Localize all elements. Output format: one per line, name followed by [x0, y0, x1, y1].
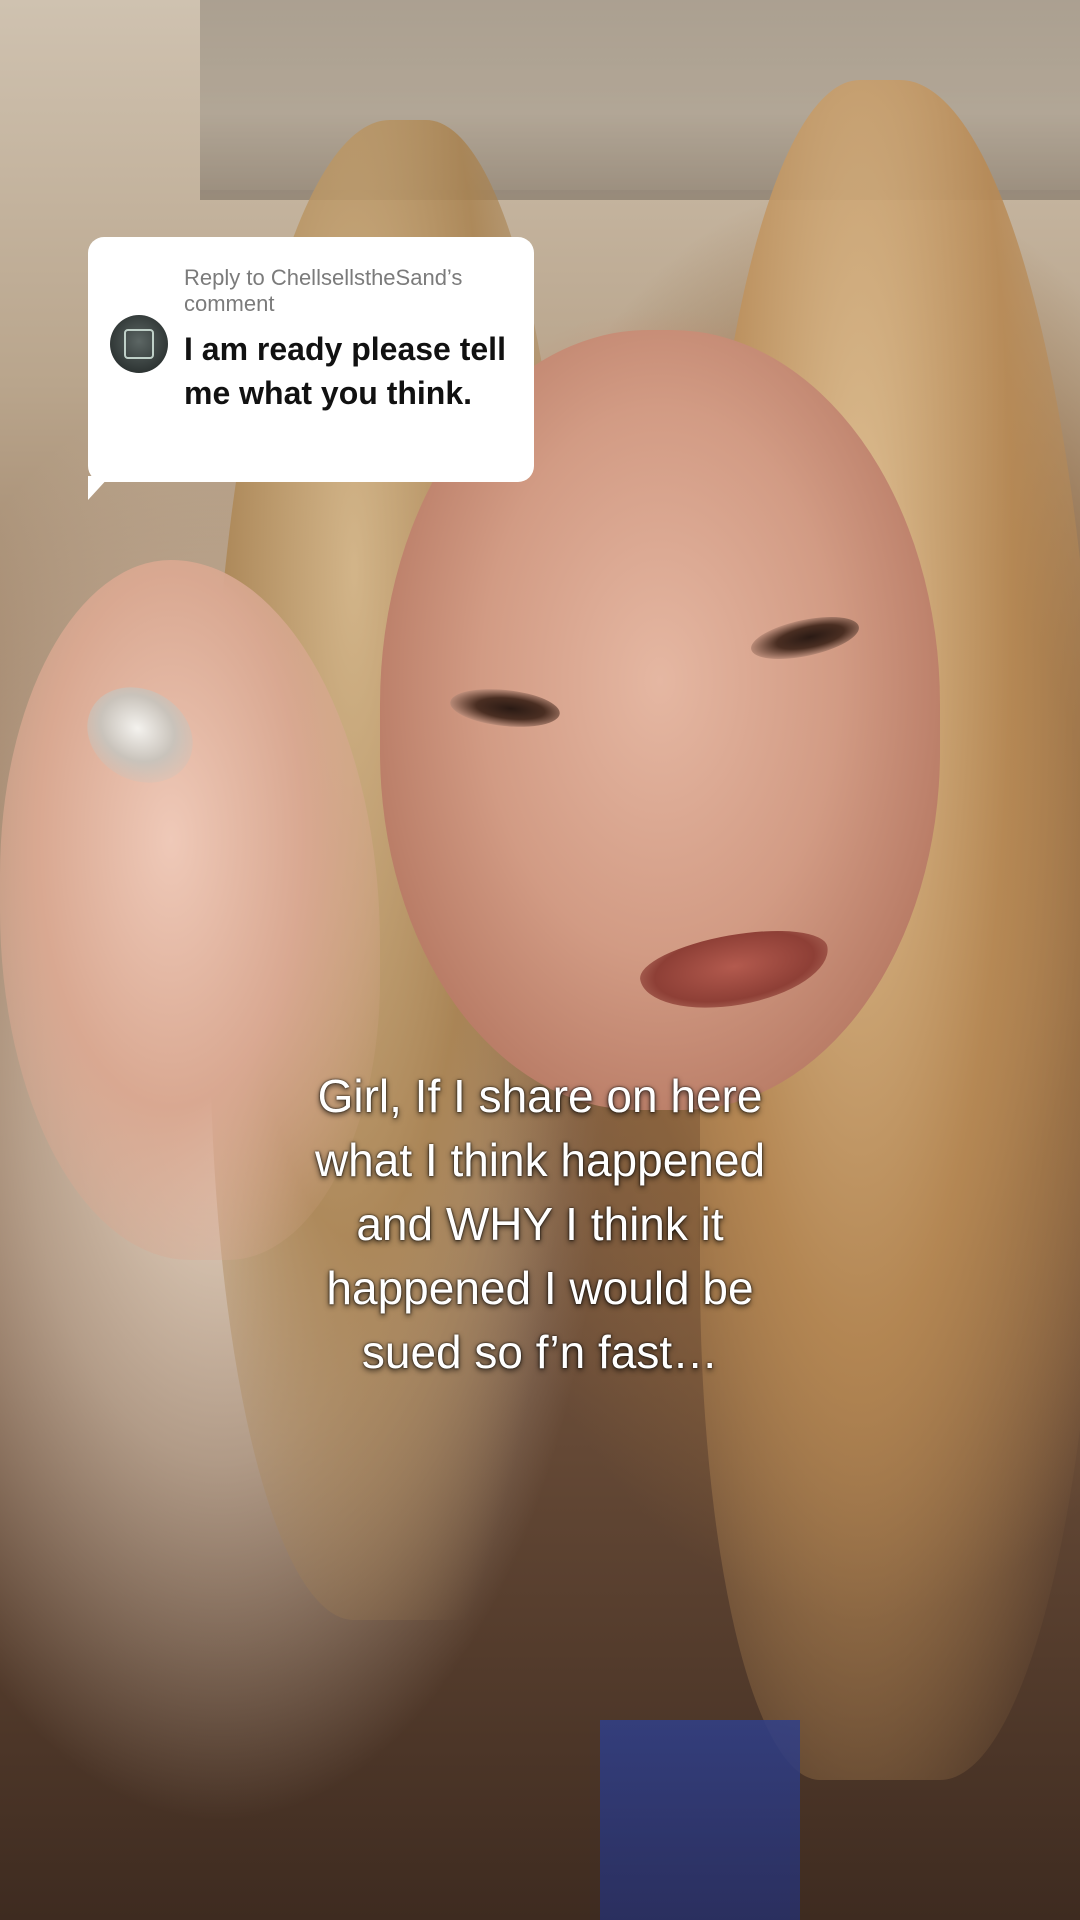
reply-comment-card[interactable]: Reply to ChellsellstheSand’s comment I a…: [88, 237, 534, 482]
commenter-avatar-icon[interactable]: [110, 315, 168, 373]
reply-header: Reply to ChellsellstheSand’s comment: [184, 265, 463, 316]
reply-text-block: Reply to ChellsellstheSand’s comment I a…: [184, 265, 510, 415]
video-caption: Girl, If I share on here what I think ha…: [314, 1070, 766, 1378]
video-frame[interactable]: Reply to ChellsellstheSand’s comment I a…: [0, 0, 1080, 1920]
sweater-panel: [600, 1720, 800, 1920]
reply-bubble-tail: [88, 476, 110, 500]
reply-comment-text: I am ready please tell me what you think…: [184, 331, 506, 411]
avatar-logo-mark: [124, 329, 154, 359]
